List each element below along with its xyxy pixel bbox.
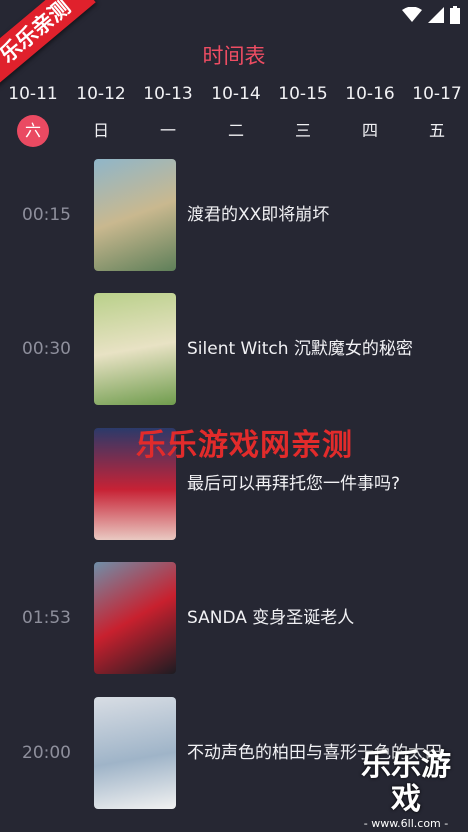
weekday-tab[interactable]: 三: [287, 115, 319, 147]
weekday-strip: 六 日 一 二 三 四 五: [0, 115, 468, 147]
weekday-tab[interactable]: 日: [85, 115, 117, 147]
air-time: 00:15: [22, 205, 71, 225]
watermark-url: - www.6ll.com -: [363, 817, 449, 830]
weekday-tab[interactable]: 一: [152, 115, 184, 147]
weekday-tab[interactable]: 四: [354, 115, 386, 147]
page-title: 时间表: [202, 44, 266, 68]
anime-title[interactable]: Silent Witch 沉默魔女的秘密: [187, 293, 448, 405]
date-label[interactable]: 10-12: [69, 84, 133, 104]
signal-icon: [428, 7, 444, 23]
air-time: 00:30: [22, 339, 71, 359]
anime-cover[interactable]: [94, 293, 176, 405]
anime-title[interactable]: SANDA 变身圣诞老人: [187, 562, 448, 674]
air-time: 01:53: [22, 608, 71, 628]
schedule-item[interactable]: 00:15 渡君的XX即将崩坏: [0, 159, 468, 271]
anime-title[interactable]: 渡君的XX即将崩坏: [187, 159, 448, 271]
schedule-item[interactable]: 00:30 Silent Witch 沉默魔女的秘密: [0, 293, 468, 405]
date-label[interactable]: 10-17: [405, 84, 468, 104]
corner-watermark: 乐乐游戏 - www.6ll.com -: [348, 748, 464, 831]
date-strip: 10-11 10-12 10-13 10-14 10-15 10-16 10-1…: [0, 84, 468, 108]
anime-cover[interactable]: [94, 562, 176, 674]
date-label[interactable]: 10-15: [271, 84, 335, 104]
date-label[interactable]: 10-13: [136, 84, 200, 104]
weekday-tab-selected[interactable]: 六: [17, 115, 49, 147]
watermark-logo-text: 乐乐游戏: [361, 748, 451, 817]
air-time: 20:00: [22, 743, 71, 763]
date-label[interactable]: 10-16: [338, 84, 402, 104]
date-label[interactable]: 10-11: [1, 84, 65, 104]
weekday-tab[interactable]: 五: [421, 115, 453, 147]
anime-cover[interactable]: [94, 697, 176, 809]
weekday-tab[interactable]: 二: [220, 115, 252, 147]
anime-cover[interactable]: [94, 159, 176, 271]
schedule-item[interactable]: 01:53 SANDA 变身圣诞老人: [0, 562, 468, 674]
wifi-icon: [402, 7, 422, 22]
watermark-text: 乐乐游戏网亲测: [136, 428, 353, 463]
date-label[interactable]: 10-14: [204, 84, 268, 104]
status-icons: [402, 6, 460, 24]
battery-icon: [450, 6, 460, 24]
